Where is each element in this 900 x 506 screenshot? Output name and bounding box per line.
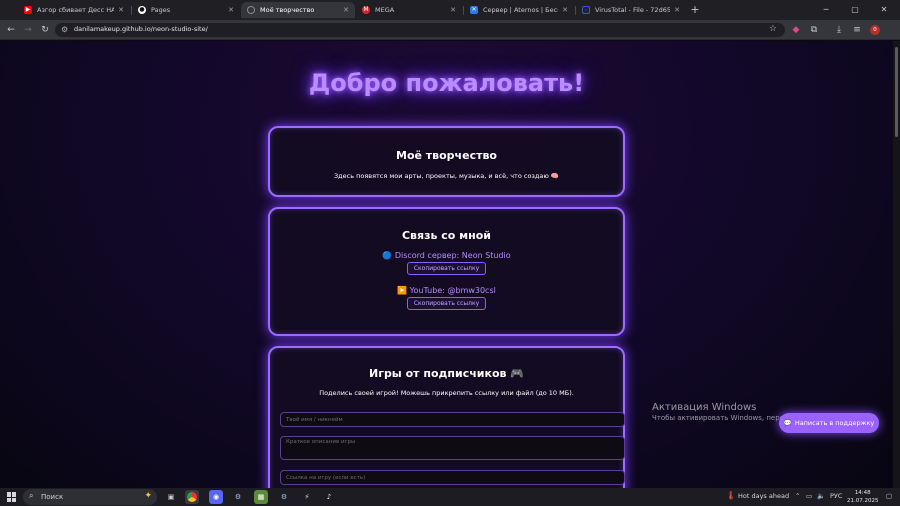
games-card: Игры от подписчиков 🎮 Поделись своей игр… xyxy=(268,346,625,488)
search-icon: ⌕ xyxy=(29,491,34,500)
clock-time: 14:48 xyxy=(854,490,871,496)
card-title: Игры от подписчиков 🎮 xyxy=(368,367,524,380)
language-indicator[interactable]: РУС xyxy=(830,492,842,500)
clock-date: 21.07.2025 xyxy=(847,498,879,504)
card-title: Моё творчество xyxy=(396,149,497,162)
steam-alt-taskbar-icon[interactable]: ⚙ xyxy=(277,490,291,504)
youtube-icon: ▶ xyxy=(24,6,32,14)
maximize-button[interactable]: ▢ xyxy=(841,3,869,17)
close-window-button[interactable]: ✕ xyxy=(870,3,898,17)
card-text: Поделись своей игрой! Можешь прикрепить … xyxy=(319,389,574,397)
virustotal-icon: › xyxy=(582,6,590,14)
discord-copy-button[interactable]: Скопировать ссылку xyxy=(406,262,487,275)
taskbar: ⌕ Поиск ✦ ▣ ◉ ⚙ ▦ ⚙ ⚡ ♪ 🌡 Hot days ahead… xyxy=(0,488,900,506)
globe-icon xyxy=(247,6,255,14)
volume-icon[interactable]: 🔈 xyxy=(817,492,825,500)
tab-title: VirusTotal - File - 72d65f7099 xyxy=(595,6,671,14)
discord-taskbar-icon[interactable]: ◉ xyxy=(209,490,223,504)
weather-icon: 🌡 xyxy=(726,491,737,500)
close-icon[interactable]: ✕ xyxy=(228,6,234,14)
activation-title: Активация Windows xyxy=(652,402,757,413)
mega-icon: M xyxy=(362,6,370,14)
tab-0[interactable]: ▶ Азгор сбивает Десс НА РУССКОМ ✕ xyxy=(18,2,130,18)
tab-3[interactable]: M MEGA ✕ xyxy=(356,2,462,18)
tab-title: Сервер | Aternos | Бесплатный xyxy=(483,6,558,14)
tray-chevron-icon[interactable]: ⌃ xyxy=(795,492,800,500)
media-control-icon[interactable]: ≡ xyxy=(850,23,864,37)
close-icon[interactable]: ✕ xyxy=(118,6,124,14)
close-icon[interactable]: ✕ xyxy=(674,6,680,14)
task-view-icon[interactable]: ▣ xyxy=(164,490,178,504)
browser-toolbar: ← → ↻ ⚙ danilamakeup.github.io/neon-stud… xyxy=(0,20,900,40)
back-icon[interactable]: ← xyxy=(4,23,18,37)
tab-4[interactable]: ✕ Сервер | Aternos | Бесплатный ✕ xyxy=(464,2,574,18)
tab-1[interactable]: ● Pages ✕ xyxy=(132,2,240,18)
steam-taskbar-icon[interactable]: ⚙ xyxy=(231,490,245,504)
tab-title: Моё творчество xyxy=(260,6,315,14)
address-bar[interactable]: ⚙ danilamakeup.github.io/neon-studio-sit… xyxy=(55,23,785,37)
description-textarea[interactable]: Краткое описание игры xyxy=(280,436,625,460)
new-tab-button[interactable]: + xyxy=(688,3,702,17)
minimize-button[interactable]: ─ xyxy=(812,3,840,17)
search-label: Поиск xyxy=(41,493,64,501)
download-icon[interactable]: ⤓ xyxy=(832,23,846,37)
clock[interactable]: 14:48 21.07.2025 xyxy=(847,489,879,505)
tab-2[interactable]: Моё творчество ✕ xyxy=(241,2,355,18)
taskbar-search[interactable]: ⌕ Поиск ✦ xyxy=(23,489,157,505)
github-icon: ● xyxy=(138,6,146,14)
youtube-copy-button[interactable]: Скопировать ссылку xyxy=(406,297,487,310)
tab-strip: ▶ Азгор сбивает Десс НА РУССКОМ ✕ ● Page… xyxy=(0,0,900,20)
bolt-taskbar-icon[interactable]: ⚡ xyxy=(300,490,314,504)
name-input[interactable]: Твоё имя / никнейм xyxy=(280,412,625,427)
aternos-icon: ✕ xyxy=(470,6,478,14)
search-highlight-icon: ✦ xyxy=(144,491,152,501)
card-text: Здесь появятся мои арты, проекты, музыка… xyxy=(334,172,559,180)
game-link-input[interactable]: Ссылка на игру (если есть) xyxy=(280,470,625,485)
reload-icon[interactable]: ↻ xyxy=(38,23,52,37)
forward-icon[interactable]: → xyxy=(21,23,35,37)
chrome-taskbar-icon[interactable] xyxy=(185,490,199,504)
site-info-icon[interactable]: ⚙ xyxy=(61,25,68,34)
tiktok-taskbar-icon[interactable]: ♪ xyxy=(322,490,336,504)
minecraft-taskbar-icon[interactable]: ▦ xyxy=(254,490,268,504)
tab-title: MEGA xyxy=(375,6,395,14)
url-text: danilamakeup.github.io/neon-studio-site/ xyxy=(74,25,208,33)
windows-start-icon[interactable] xyxy=(7,492,17,502)
close-icon[interactable]: ✕ xyxy=(562,6,568,14)
tab-5[interactable]: › VirusTotal - File - 72d65f7099 ✕ xyxy=(576,2,686,18)
youtube-link[interactable]: ▶️ YouTube: @bmw30csl xyxy=(270,286,623,295)
discord-link[interactable]: 🔵 Discord сервер: Neon Studio xyxy=(270,251,623,260)
card-title: Связь со мной xyxy=(401,229,492,242)
page-title: Добро пожаловать! xyxy=(308,69,585,97)
contact-card: Связь со мной 🔵 Discord сервер: Neon Stu… xyxy=(268,207,625,336)
extensions-icon[interactable]: ⧉ xyxy=(807,23,821,37)
close-icon[interactable]: ✕ xyxy=(450,6,456,14)
creativity-card: Моё творчество Здесь появятся мои арты, … xyxy=(268,126,625,197)
weather-text[interactable]: Hot days ahead xyxy=(738,492,789,500)
bookmark-star-icon[interactable]: ☆ xyxy=(769,24,777,34)
tab-title: Pages xyxy=(151,6,171,14)
shield-extension-icon[interactable]: ◆ xyxy=(789,23,803,37)
page-scrollbar[interactable] xyxy=(893,41,900,488)
notification-icon[interactable]: ▢ xyxy=(886,492,892,500)
close-icon[interactable]: ✕ xyxy=(343,6,349,14)
chat-icon: 💬 xyxy=(783,419,792,427)
network-icon[interactable]: ▭ xyxy=(806,492,812,500)
extension-badge[interactable]: 0 xyxy=(870,25,880,35)
support-label: Написать в поддержку xyxy=(794,419,875,427)
support-button[interactable]: 💬 Написать в поддержку xyxy=(779,413,879,433)
tab-title: Азгор сбивает Десс НА РУССКОМ xyxy=(37,6,115,14)
